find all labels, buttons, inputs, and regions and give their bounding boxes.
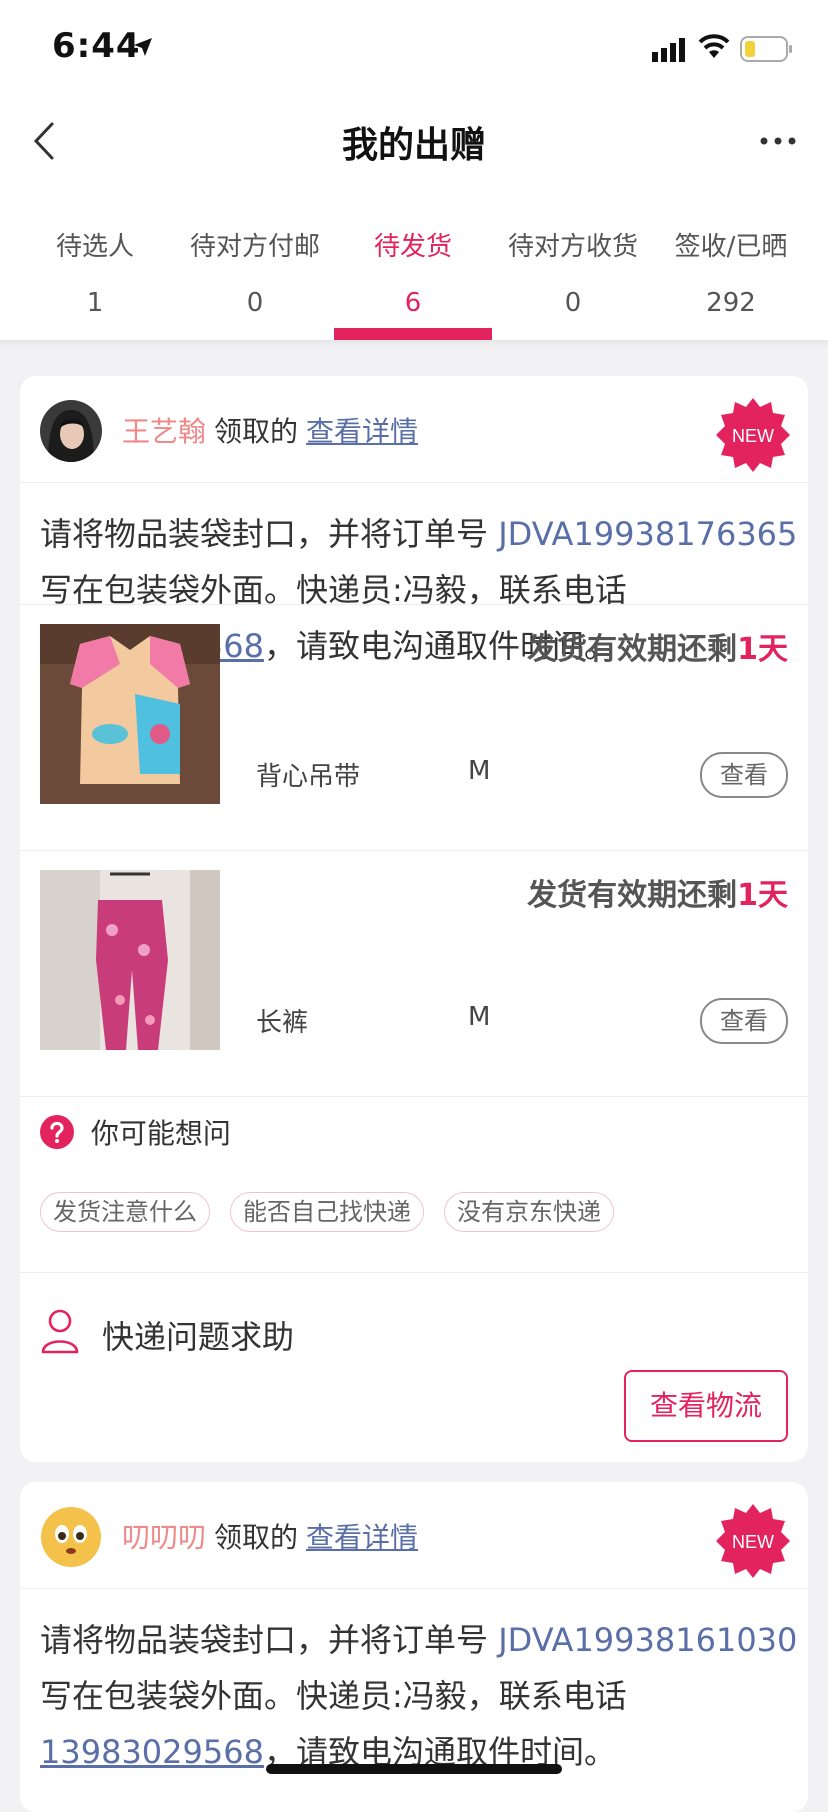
tab-count: 6 <box>404 288 422 318</box>
instr-prefix: 请将物品装袋封口，并将订单号 <box>40 515 499 553</box>
view-details-link[interactable]: 查看详情 <box>306 1521 418 1554</box>
order-header-text: 王艺翰 领取的 查看详情 <box>122 410 418 450</box>
tab-pending-selection[interactable]: 待选人 1 <box>12 186 178 340</box>
deadline-days: 1天 <box>737 878 788 913</box>
shipping-instructions: 请将物品装袋封口，并将订单号 JDVA19938161030 写在包装袋外面。快… <box>40 1612 800 1780</box>
view-item-button[interactable]: 查看 <box>700 998 788 1044</box>
tab-pending-receipt[interactable]: 待对方收货 0 <box>490 186 656 340</box>
order-card: 王艺翰 领取的 查看详情 NEW 请将物品装袋封口，并将订单号 JDVA199381… <box>20 376 808 1462</box>
instr-prefix: 请将物品装袋封口，并将订单号 <box>40 1621 499 1659</box>
home-indicator[interactable] <box>266 1764 562 1774</box>
question-icon <box>40 1115 74 1149</box>
divider <box>20 1272 808 1273</box>
recipient-nickname[interactable]: 王艺翰 <box>122 415 206 448</box>
tab-received-shared[interactable]: 签收/已晒 292 <box>648 186 814 340</box>
tab-pending-postage[interactable]: 待对方付邮 0 <box>172 186 338 340</box>
pants-photo-icon[interactable] <box>40 870 220 1050</box>
order-number: JDVA19938161030 <box>498 1621 798 1659</box>
faq-chips: 发货注意什么 能否自己找快递 没有京东快递 <box>40 1192 634 1232</box>
deadline-label: 发货有效期还剩 <box>527 632 738 667</box>
person-icon <box>41 1309 79 1354</box>
new-badge-icon: NEW <box>716 1504 790 1578</box>
new-badge-icon: NEW <box>716 398 790 472</box>
tab-label: 待选人 <box>55 232 134 262</box>
faq-section-title: 你可能想问 <box>40 1112 231 1152</box>
recipient-nickname[interactable]: 叨叨叨 <box>122 1521 206 1554</box>
more-options-icon[interactable] <box>758 126 798 156</box>
divider <box>20 1096 808 1097</box>
view-item-button[interactable]: 查看 <box>700 752 788 798</box>
order-header-text: 叨叨叨 领取的 查看详情 <box>122 1516 418 1556</box>
shipping-deadline: 发货有效期还剩1天 <box>527 624 788 668</box>
item-row: 发货有效期还剩1天 长裤 M 查看 <box>20 850 808 1096</box>
instr-mid: 写在包装袋外面。快递员:冯毅，联系电话 <box>40 1677 627 1715</box>
top-photo-icon[interactable] <box>40 624 220 804</box>
order-card: 叨叨叨 领取的 查看详情 NEW 请将物品装袋封口，并将订单号 JDVA199381… <box>20 1482 808 1812</box>
faq-chip-shipping-notes[interactable]: 发货注意什么 <box>40 1192 210 1232</box>
faq-chip-no-jd-courier[interactable]: 没有京东快递 <box>444 1192 614 1232</box>
new-badge-label: NEW <box>732 1532 774 1552</box>
tabs-divider <box>0 340 828 348</box>
active-tab-indicator <box>334 328 492 340</box>
courier-help-label: 快递问题求助 <box>102 1318 295 1356</box>
deadline-label: 发货有效期还剩 <box>527 878 738 913</box>
new-badge-label: NEW <box>732 426 774 446</box>
cellular-signal-icon <box>652 38 685 62</box>
tab-label: 待对方收货 <box>507 232 638 262</box>
page-title: 我的出赠 <box>341 125 486 166</box>
deadline-days: 1天 <box>737 632 788 667</box>
battery-icon <box>740 36 792 62</box>
tab-pending-shipment[interactable]: 待发货 6 <box>330 186 496 340</box>
courier-phone-link[interactable]: 13983029568 <box>40 1733 264 1771</box>
faq-chip-own-courier[interactable]: 能否自己找快递 <box>230 1192 424 1232</box>
tab-count: 0 <box>246 288 264 318</box>
tab-count: 0 <box>564 288 582 318</box>
nav-bar: 我的出赠 <box>0 96 828 186</box>
tab-label: 待发货 <box>373 232 452 262</box>
view-logistics-button[interactable]: 查看物流 <box>624 1370 788 1442</box>
order-card-header: 叨叨叨 领取的 查看详情 NEW <box>20 1482 808 1589</box>
tab-count: 292 <box>706 288 756 318</box>
status-time: 6:44 <box>52 26 141 66</box>
item-name: 背心吊带 <box>256 762 361 792</box>
order-number: JDVA19938176365 <box>498 515 798 553</box>
avatar[interactable] <box>40 400 102 462</box>
claimed-label: 领取的 <box>214 415 299 448</box>
item-name: 长裤 <box>256 1008 309 1038</box>
faq-title-label: 你可能想问 <box>90 1117 231 1150</box>
status-tabs: 待选人 1 待对方付邮 0 待发货 6 待对方收货 0 签收/已晒 292 <box>0 186 828 340</box>
tab-label: 签收/已晒 <box>674 232 788 262</box>
claimed-label: 领取的 <box>214 1521 299 1554</box>
view-details-link[interactable]: 查看详情 <box>306 415 418 448</box>
item-size: M <box>468 1002 491 1032</box>
tab-count: 1 <box>86 288 104 318</box>
tab-label: 待对方付邮 <box>189 232 320 262</box>
item-size: M <box>468 756 491 786</box>
shipping-deadline: 发货有效期还剩1天 <box>527 870 788 914</box>
location-arrow-icon <box>134 38 152 56</box>
avatar[interactable] <box>40 1506 102 1568</box>
status-bar: 6:44 <box>0 0 828 96</box>
wifi-icon <box>698 34 730 58</box>
order-card-header: 王艺翰 领取的 查看详情 NEW <box>20 376 808 483</box>
item-row: 发货有效期还剩1天 背心吊带 M 查看 <box>20 604 808 850</box>
